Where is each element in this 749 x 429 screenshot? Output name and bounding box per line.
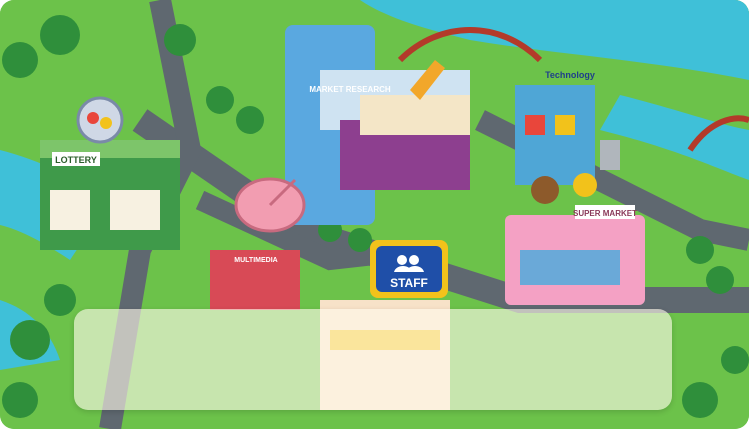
staff-label: STAFF (390, 276, 428, 290)
lottery-label: LOTTERY (55, 155, 97, 165)
info-panel (74, 309, 672, 410)
market-research-label: MARKET RESEARCH (309, 85, 391, 94)
multimedia-label: MULTIMEDIA (234, 257, 277, 264)
technology-label: Technology (545, 70, 595, 80)
game-frame: LOTTERY MARKET RESEARCH Technology MULTI… (0, 0, 749, 429)
staff-people-icon (397, 255, 407, 265)
supermarket-label: SUPER MARKET (573, 209, 637, 218)
